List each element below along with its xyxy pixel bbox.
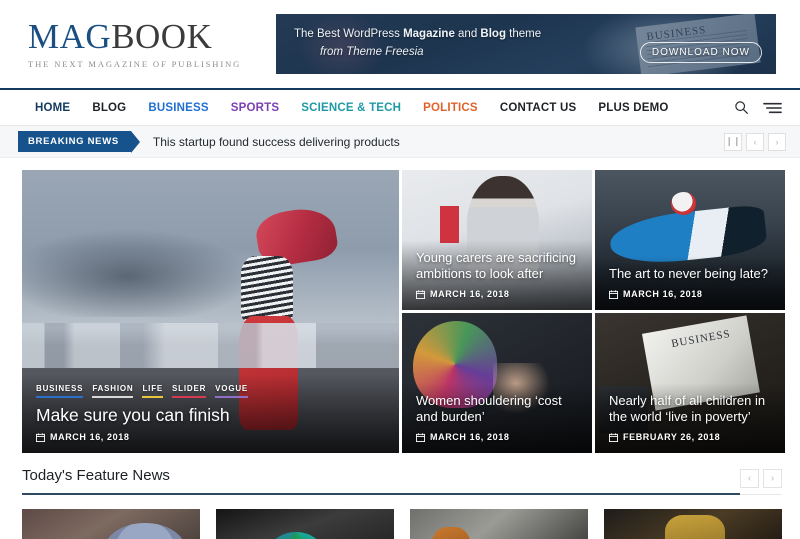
breaking-news-next-button[interactable]: › bbox=[768, 132, 786, 151]
page-root: MAGBOOK THE NEXT MAGAZINE OF PUBLISHING … bbox=[0, 0, 800, 539]
ad-copy: The Best WordPress Magazine and Blog the… bbox=[294, 26, 541, 62]
tile-date-text-4: FEBRUARY 26, 2018 bbox=[623, 432, 721, 442]
featured-tile-women-shouldering[interactable]: Women shouldering ‘cost and burden’ MARC… bbox=[402, 313, 592, 453]
breaking-news-badge: BREAKING NEWS bbox=[18, 131, 140, 153]
tile-date-text-3: MARCH 16, 2018 bbox=[430, 432, 510, 442]
logo-secondary: BOOK bbox=[111, 16, 213, 56]
feature-news-thumbnails bbox=[22, 509, 782, 539]
tile-date-2: MARCH 16, 2018 bbox=[609, 289, 771, 299]
tile-date-text-1: MARCH 16, 2018 bbox=[430, 289, 510, 299]
nav-item-politics[interactable]: POLITICS bbox=[412, 102, 489, 114]
ad-line-2: from Theme Freesia bbox=[320, 45, 424, 58]
calendar-icon bbox=[416, 289, 425, 299]
tile-date-text-2: MARCH 16, 2018 bbox=[623, 289, 703, 299]
tile-date-1: MARCH 16, 2018 bbox=[416, 289, 578, 299]
tile-date-4: FEBRUARY 26, 2018 bbox=[609, 432, 771, 442]
nav-item-sports[interactable]: SPORTS bbox=[220, 102, 291, 114]
breaking-news-bar: BREAKING NEWS This startup found success… bbox=[0, 126, 800, 158]
feature-thumbnail-1[interactable] bbox=[22, 509, 200, 539]
breaking-news-prev-button[interactable]: ‹ bbox=[746, 132, 764, 151]
category-vogue[interactable]: VOGUE bbox=[215, 384, 249, 398]
nav-item-science-and-tech[interactable]: SCIENCE & TECH bbox=[290, 102, 412, 114]
nav-item-business[interactable]: BUSINESS bbox=[137, 102, 219, 114]
tile-overlay-1: Young carers are sacrificing ambitions t… bbox=[402, 239, 592, 310]
newspaper-masthead-text: BUSINESS bbox=[670, 327, 732, 350]
tile-overlay-2: The art to never being late? MARCH 16, 2… bbox=[595, 256, 785, 310]
calendar-icon bbox=[36, 432, 45, 442]
ad-line1-blog: Blog bbox=[480, 28, 506, 40]
nav-item-plus-demo[interactable]: PLUS DEMO bbox=[587, 102, 679, 114]
featured-main-date-text: MARCH 16, 2018 bbox=[50, 432, 130, 442]
nav-item-home[interactable]: HOME bbox=[24, 102, 81, 114]
nav-item-contact-us[interactable]: CONTACT US bbox=[489, 102, 588, 114]
breaking-news-headline[interactable]: This startup found success delivering pr… bbox=[153, 135, 724, 149]
tile-overlay-3: Women shouldering ‘cost and burden’ MARC… bbox=[402, 382, 592, 453]
tile-overlay-4: Nearly half of all children in the world… bbox=[595, 382, 785, 453]
category-fashion[interactable]: FASHION bbox=[92, 384, 134, 398]
featured-slider-grid: BUSINESS FASHION LIFE SLIDER VOGUE Make … bbox=[22, 170, 785, 453]
tile-title-3[interactable]: Women shouldering ‘cost and burden’ bbox=[416, 393, 578, 426]
feature-news-next-button[interactable]: › bbox=[763, 469, 782, 488]
featured-tile-young-carers[interactable]: Young carers are sacrificing ambitions t… bbox=[402, 170, 592, 310]
tile-title-4[interactable]: Nearly half of all children in the world… bbox=[609, 393, 771, 426]
calendar-icon bbox=[609, 289, 618, 299]
figure-striped-top bbox=[241, 255, 293, 323]
header-advertisement[interactable]: BUSINESS The Best WordPress Magazine and… bbox=[276, 14, 776, 74]
ad-download-button[interactable]: DOWNLOAD NOW bbox=[639, 42, 762, 63]
feature-thumbnail-3[interactable] bbox=[410, 509, 588, 539]
featured-main-overlay: BUSINESS FASHION LIFE SLIDER VOGUE Make … bbox=[22, 374, 399, 453]
calendar-icon bbox=[609, 432, 618, 442]
featured-main-date: MARCH 16, 2018 bbox=[36, 432, 385, 442]
feature-thumbnail-4[interactable] bbox=[604, 509, 782, 539]
logo-primary: MAG bbox=[28, 16, 112, 56]
category-slider[interactable]: SLIDER bbox=[172, 384, 207, 398]
calendar-icon bbox=[416, 432, 425, 442]
featured-main-title[interactable]: Make sure you can finish bbox=[36, 405, 385, 426]
featured-main-slide[interactable]: BUSINESS FASHION LIFE SLIDER VOGUE Make … bbox=[22, 170, 399, 453]
category-business[interactable]: BUSINESS bbox=[36, 384, 84, 398]
feature-news-controls: ‹ › bbox=[740, 469, 782, 494]
featured-main-categories: BUSINESS FASHION LIFE SLIDER VOGUE bbox=[36, 384, 385, 398]
ad-line1-e: theme bbox=[505, 28, 542, 40]
ad-line1-a: The Best WordPress bbox=[294, 28, 404, 40]
feature-news-prev-button[interactable]: ‹ bbox=[740, 469, 759, 488]
nav-items-list: HOME BLOG BUSINESS SPORTS SCIENCE & TECH… bbox=[24, 102, 734, 114]
breaking-news-pause-button[interactable]: ❙❙ bbox=[724, 132, 742, 151]
page-title: Today's Feature News bbox=[22, 467, 740, 495]
ad-line1-c: and bbox=[454, 28, 481, 40]
main-navigation: HOME BLOG BUSINESS SPORTS SCIENCE & TECH… bbox=[0, 88, 800, 126]
site-logo[interactable]: MAGBOOK bbox=[28, 16, 264, 56]
tile-title-2[interactable]: The art to never being late? bbox=[609, 266, 771, 283]
site-header: MAGBOOK THE NEXT MAGAZINE OF PUBLISHING … bbox=[0, 0, 800, 88]
tile-title-1[interactable]: Young carers are sacrificing ambitions t… bbox=[416, 250, 578, 283]
featured-tile-children-poverty[interactable]: BUSINESS Nearly half of all children in … bbox=[595, 313, 785, 453]
nav-item-blog[interactable]: BLOG bbox=[81, 102, 137, 114]
ad-line-1: The Best WordPress Magazine and Blog the… bbox=[294, 26, 541, 44]
featured-tile-never-late[interactable]: The art to never being late? MARCH 16, 2… bbox=[595, 170, 785, 310]
site-branding[interactable]: MAGBOOK THE NEXT MAGAZINE OF PUBLISHING bbox=[0, 16, 264, 70]
nav-tools bbox=[734, 100, 782, 115]
category-life[interactable]: LIFE bbox=[142, 384, 164, 398]
ad-line1-magazine: Magazine bbox=[403, 28, 455, 40]
site-tagline: THE NEXT MAGAZINE OF PUBLISHING bbox=[28, 59, 242, 70]
search-icon[interactable] bbox=[734, 100, 749, 115]
tile-date-3: MARCH 16, 2018 bbox=[416, 432, 578, 442]
feature-news-section-header: Today's Feature News ‹ › bbox=[22, 467, 782, 495]
breaking-news-controls: ❙❙ ‹ › bbox=[724, 132, 786, 151]
hamburger-menu-icon[interactable] bbox=[763, 101, 782, 115]
feature-thumbnail-2[interactable] bbox=[216, 509, 394, 539]
